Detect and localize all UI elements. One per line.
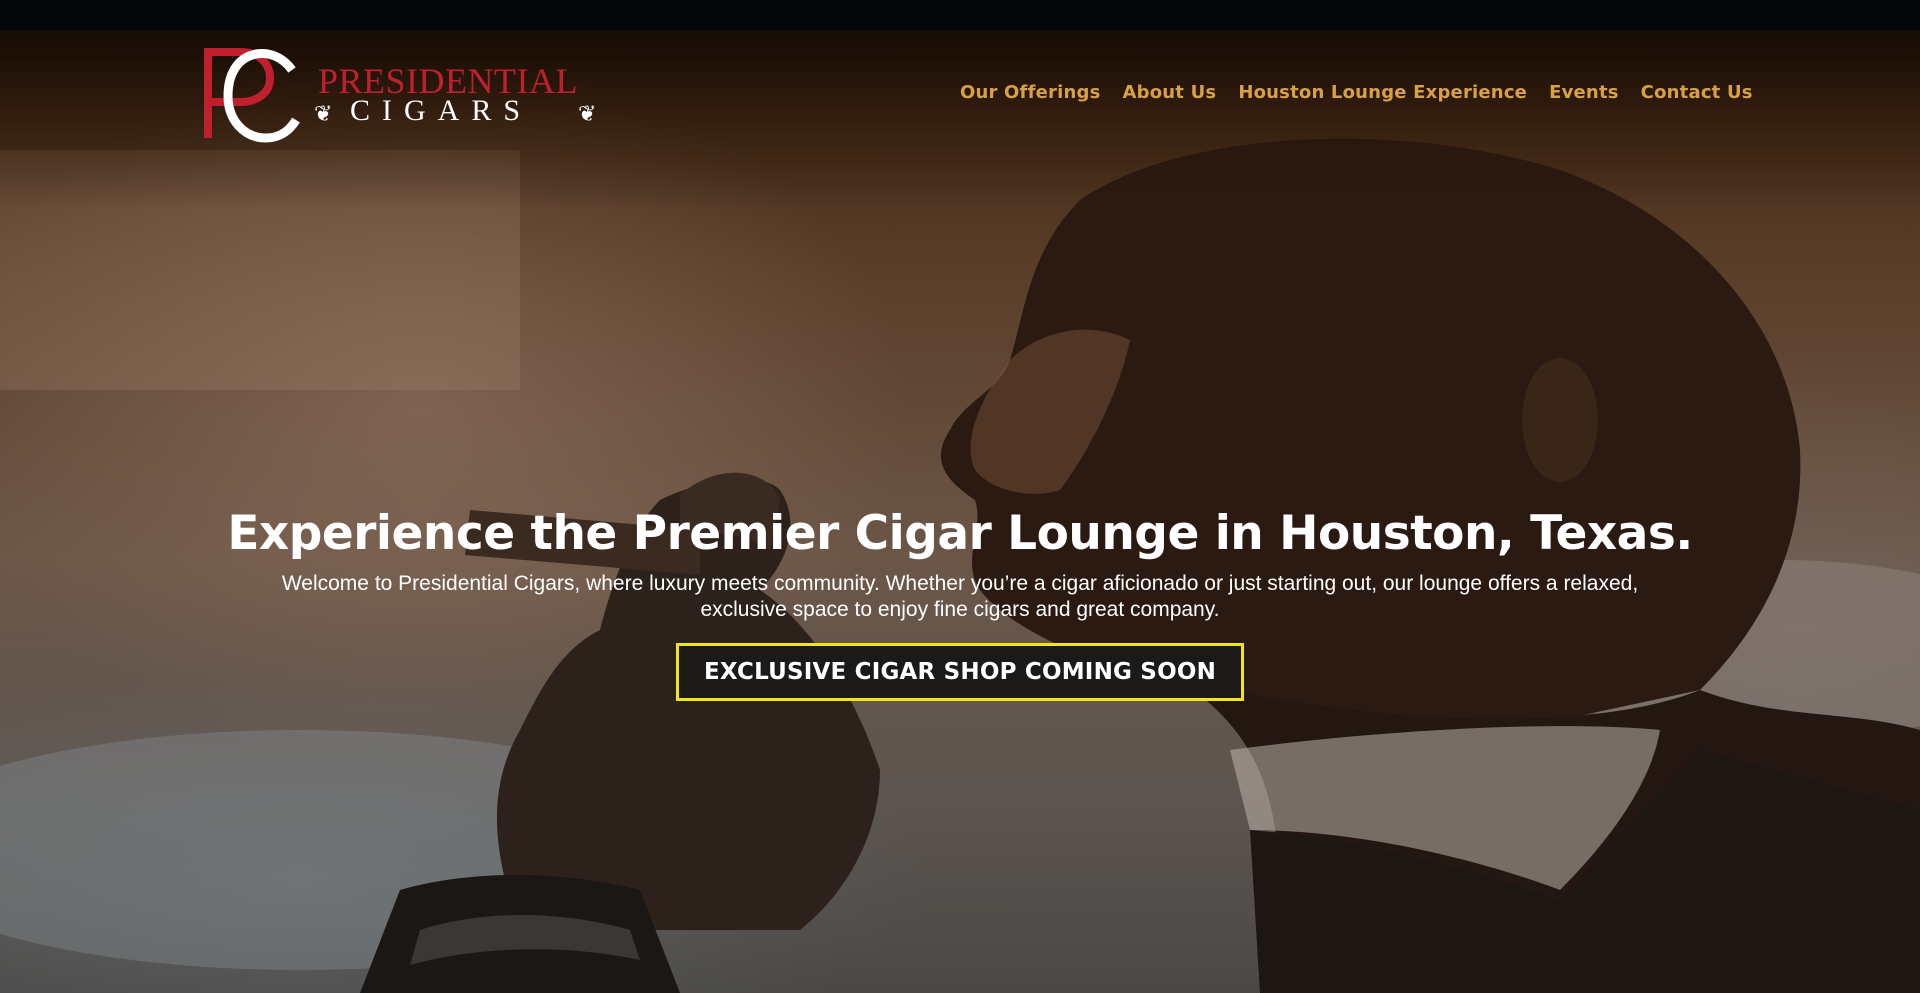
nav-item-houston-lounge-experience[interactable]: Houston Lounge Experience <box>1238 82 1527 103</box>
hero-title: Experience the Premier Cigar Lounge in H… <box>227 506 1693 561</box>
cigar-ornament-icon: ❦ <box>314 102 333 127</box>
hero-content: Experience the Premier Cigar Lounge in H… <box>0 505 1920 701</box>
top-bar <box>0 0 1920 30</box>
cigar-ornament-icon: ❦ <box>578 102 597 127</box>
presidential-cigars-logo[interactable]: P PRESIDENTIAL ❦ CIGARS ❦ <box>200 44 600 144</box>
main-navigation: Our Offerings About Us Houston Lounge Ex… <box>960 82 1753 103</box>
nav-item-events[interactable]: Events <box>1549 82 1619 103</box>
nav-item-contact-us[interactable]: Contact Us <box>1641 82 1753 103</box>
page: P PRESIDENTIAL ❦ CIGARS ❦ Our Offerings … <box>0 0 1920 993</box>
logo-wordmark-cigars: CIGARS <box>350 94 533 127</box>
site-header: P PRESIDENTIAL ❦ CIGARS ❦ Our Offerings … <box>0 30 1920 160</box>
coming-soon-button[interactable]: EXCLUSIVE CIGAR SHOP COMING SOON <box>675 643 1245 701</box>
pc-monogram-icon: P <box>204 48 300 143</box>
hero-subtitle: Welcome to Presidential Cigars, where lu… <box>281 572 1639 621</box>
nav-item-about-us[interactable]: About Us <box>1123 82 1217 103</box>
nav-item-our-offerings[interactable]: Our Offerings <box>960 82 1101 103</box>
